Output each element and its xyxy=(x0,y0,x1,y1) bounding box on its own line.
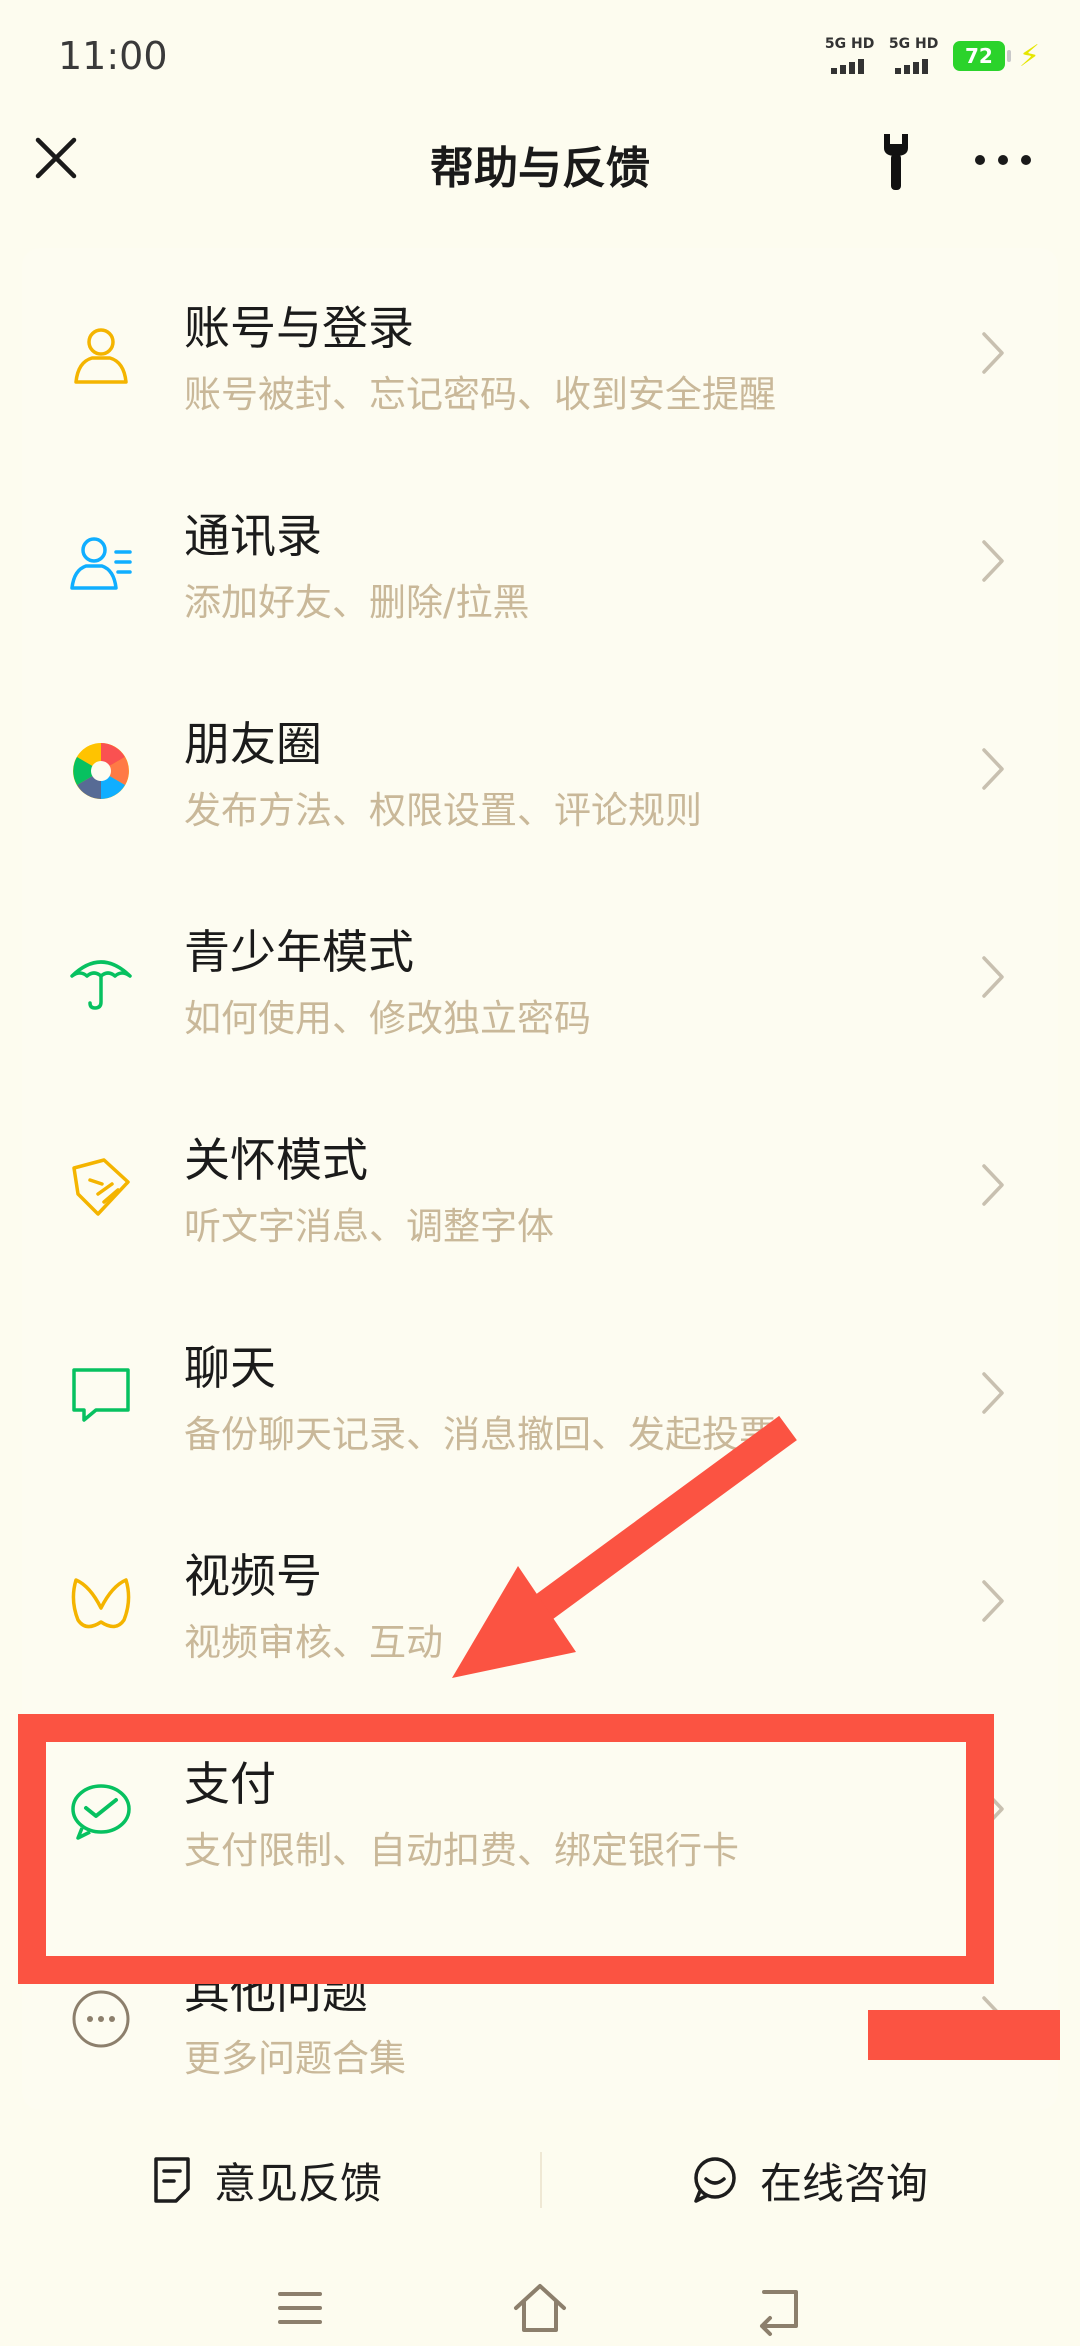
menu-item-chat[interactable]: 聊天 备份聊天记录、消息撤回、发起投票 xyxy=(22,1288,1058,1496)
status-time: 11:00 xyxy=(58,34,168,78)
care-icon xyxy=(72,1158,130,1216)
back-icon xyxy=(760,2290,798,2336)
feedback-label: 意见反馈 xyxy=(214,2158,383,2208)
more-icon xyxy=(975,155,1031,165)
nav-bar: 帮助与反馈 xyxy=(0,110,1080,222)
chevron-right-icon xyxy=(982,540,1004,582)
home-icon xyxy=(514,2284,566,2332)
charging-icon: ⚡ xyxy=(1018,38,1040,74)
feedback-button[interactable]: 意见反馈 xyxy=(150,2150,382,2210)
menu-item-account[interactable]: 账号与登录 账号被封、忘记密码、收到安全提醒 xyxy=(22,248,1058,456)
contacts-icon xyxy=(70,537,132,590)
menu-item-subtitle: 备份聊天记录、消息撤回、发起投票 xyxy=(184,1413,776,1456)
channels-icon xyxy=(71,1578,131,1629)
menu-item-title: 视频号 xyxy=(184,1549,322,1603)
back-button[interactable] xyxy=(750,2278,810,2338)
consult-label: 在线咨询 xyxy=(760,2158,929,2208)
menu-icon xyxy=(278,2292,322,2324)
bottom-action-bar: 意见反馈 在线咨询 xyxy=(0,2120,1080,2240)
chat-icon xyxy=(72,1368,130,1422)
online-consult-button[interactable]: 在线咨询 xyxy=(690,2150,928,2210)
divider xyxy=(540,2152,542,2208)
battery-level: 72 xyxy=(965,44,993,68)
annotation-red-bar xyxy=(868,2010,1060,2060)
signal-label: 5G HD xyxy=(824,36,875,52)
battery-icon: 72 xyxy=(952,41,1011,71)
umbrella-icon xyxy=(70,960,132,1010)
menu-item-teen-mode[interactable]: 青少年模式 如何使用、修改独立密码 xyxy=(22,872,1058,1080)
moments-icon xyxy=(73,743,129,799)
wrench-icon xyxy=(884,134,908,190)
signal-icon: 5G HD xyxy=(825,36,879,76)
status-indicators: 5G HD 5G HD 72 ⚡ xyxy=(825,36,1040,76)
menu-item-title: 朋友圈 xyxy=(184,717,322,771)
menu-item-title: 账号与登录 xyxy=(184,301,414,355)
signal-label: 5G HD xyxy=(888,36,939,52)
menu-item-care-mode[interactable]: 关怀模式 听文字消息、调整字体 xyxy=(22,1080,1058,1288)
menu-item-channels[interactable]: 视频号 视频审核、互动 xyxy=(22,1496,1058,1704)
menu-item-moments[interactable]: 朋友圈 发布方法、权限设置、评论规则 xyxy=(22,664,1058,872)
menu-item-subtitle: 添加好友、删除/拉黑 xyxy=(184,581,530,624)
chevron-right-icon xyxy=(982,956,1004,998)
menu-item-title: 青少年模式 xyxy=(184,925,414,979)
menu-item-subtitle: 账号被封、忘记密码、收到安全提醒 xyxy=(184,373,776,416)
account-icon xyxy=(74,328,128,384)
more-questions-icon xyxy=(72,1990,130,2048)
menu-item-title: 聊天 xyxy=(184,1341,276,1395)
chevron-right-icon xyxy=(982,1580,1004,1622)
menu-item-subtitle: 如何使用、修改独立密码 xyxy=(184,997,591,1040)
chevron-right-icon xyxy=(982,748,1004,790)
feedback-icon xyxy=(154,2157,190,2203)
menu-item-subtitle: 更多问题合集 xyxy=(184,2037,406,2080)
consult-icon xyxy=(694,2157,736,2203)
chevron-right-icon xyxy=(982,1164,1004,1206)
menu-button[interactable] xyxy=(270,2278,330,2338)
menu-item-title: 通讯录 xyxy=(184,509,322,563)
menu-item-title: 关怀模式 xyxy=(184,1133,368,1187)
chevron-right-icon xyxy=(982,332,1004,374)
menu-item-subtitle: 发布方法、权限设置、评论规则 xyxy=(184,789,702,832)
signal-icon: 5G HD xyxy=(889,36,943,76)
system-nav-bar xyxy=(0,2270,1080,2346)
tool-button[interactable] xyxy=(868,130,924,194)
more-button[interactable] xyxy=(968,132,1038,188)
menu-item-contacts[interactable]: 通讯录 添加好友、删除/拉黑 xyxy=(22,456,1058,664)
menu-item-subtitle: 视频审核、互动 xyxy=(184,1621,443,1664)
close-icon xyxy=(35,137,77,179)
home-button[interactable] xyxy=(510,2278,570,2338)
menu-item-subtitle: 听文字消息、调整字体 xyxy=(184,1205,554,1248)
status-bar: 11:00 5G HD 5G HD 72 ⚡ xyxy=(0,0,1080,110)
chevron-right-icon xyxy=(982,1372,1004,1414)
close-button[interactable] xyxy=(28,130,84,186)
annotation-highlight-box xyxy=(18,1714,994,1984)
